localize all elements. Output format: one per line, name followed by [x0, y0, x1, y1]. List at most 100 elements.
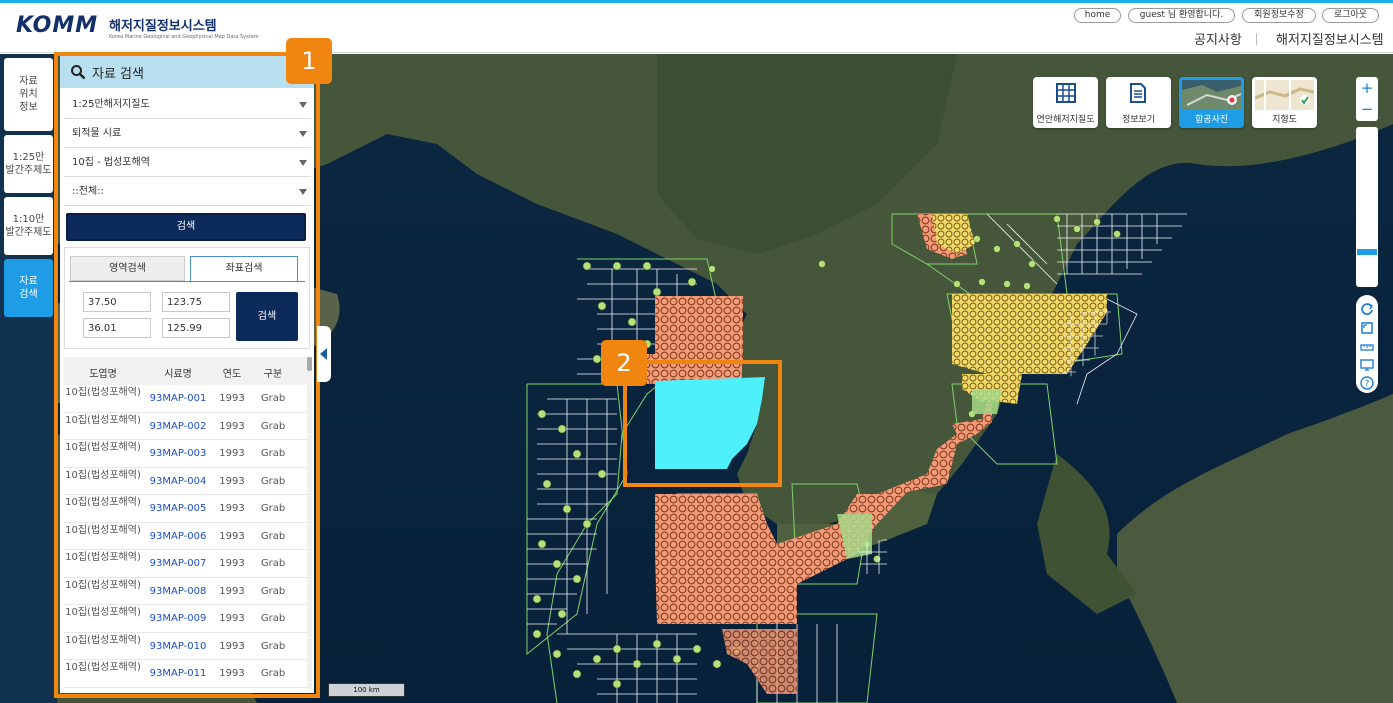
map-btn-info-view[interactable]: 정보보기 [1106, 77, 1171, 128]
category-select-value: ::전체:: [72, 186, 104, 197]
logo-brand: KOMM [16, 13, 99, 38]
chevron-down-icon [299, 102, 307, 108]
panel-title: 자료 검색 [92, 67, 144, 82]
table-row[interactable]: 10집(법성포해역) 93MAP-007 1993 Grab [64, 550, 309, 578]
zoom-slider-knob[interactable] [1357, 249, 1377, 255]
cell-sample-name[interactable]: 93MAP-004 [142, 476, 214, 487]
header: KOMM 해저지질정보시스템 Korea Marine Geological a… [0, 3, 1393, 53]
zoom-in-button[interactable]: + [1356, 78, 1378, 98]
nav-item-data-search[interactable]: 자료 검색 [4, 259, 53, 317]
map-btn-label: 연안해저지질도 [1036, 115, 1095, 125]
cell-sample-name[interactable]: 93MAP-002 [142, 421, 214, 432]
logo-subtitle: Korea Marine Geological and Geophysical … [109, 34, 259, 40]
map-scale-select[interactable]: 1:25만해저지질도 [64, 90, 311, 119]
lat-min-input[interactable] [83, 318, 151, 338]
fullscreen-icon[interactable] [1360, 321, 1374, 335]
cell-year: 1993 [219, 585, 245, 597]
table-row[interactable]: 10집(법성포해역) 93MAP-002 1993 Grab [64, 412, 309, 440]
cell-sample-name[interactable]: 93MAP-011 [142, 668, 214, 679]
cell-type: Grab [260, 475, 286, 487]
ruler-icon[interactable] [1360, 340, 1374, 354]
search-mode-box: 영역검색 좌표검색 검색 [64, 247, 310, 349]
col-sample-name[interactable]: 시료명 [142, 365, 214, 380]
cell-sheet-name: 10집(법성포해역) [65, 607, 141, 618]
cell-year: 1993 [219, 640, 245, 652]
cell-sheet-name: 10집(법성포해역) [65, 552, 141, 563]
results-scrollbar[interactable] [307, 357, 312, 689]
logout-button[interactable]: 로그아웃 [1322, 8, 1379, 23]
cell-type: Grab [260, 558, 286, 569]
map-btn-aerial-photo[interactable]: 항공사진 [1179, 77, 1244, 128]
annotation-badge-2: 2 [601, 340, 647, 386]
cell-sheet-name: 10집(법성포해역) [65, 387, 141, 398]
nav-item-location[interactable]: 자료 위치 정보 [4, 58, 53, 131]
cell-sheet-name: 10집(법성포해역) [65, 524, 141, 536]
cell-year: 1993 [219, 668, 245, 679]
cell-sample-name[interactable]: 93MAP-001 [142, 393, 214, 404]
zoom-out-button[interactable]: − [1356, 99, 1378, 119]
table-row[interactable]: 10집(법성포해역) 93MAP-004 1993 Grab [64, 467, 309, 495]
table-row[interactable]: 10집(법성포해역) 93MAP-006 1993 Grab [64, 522, 309, 550]
grid-icon [1056, 83, 1076, 103]
map-btn-coastal-geology[interactable]: 연안해저지질도 [1033, 77, 1098, 128]
refresh-icon[interactable] [1360, 302, 1374, 316]
cell-sample-name[interactable]: 93MAP-009 [142, 613, 214, 624]
table-row[interactable]: 10집(법성포해역) 93MAP-001 1993 Grab [64, 385, 309, 413]
region-select-value: 10집 - 법성포해역 [72, 157, 150, 168]
help-icon[interactable]: ? [1360, 376, 1374, 390]
table-row[interactable]: 10집(법성포해역) 93MAP-010 1993 Grab [64, 632, 309, 660]
panel-collapse-button[interactable] [317, 326, 331, 382]
cell-type: Grab [260, 420, 286, 432]
welcome-button[interactable]: guest 님 환영합니다. [1128, 8, 1235, 23]
scrollbar-thumb[interactable] [307, 357, 312, 371]
map-btn-terrain[interactable]: 지형도 [1252, 77, 1317, 128]
table-row[interactable]: 10집(법성포해역) 93MAP-003 1993 Grab [64, 440, 309, 468]
monitor-icon[interactable] [1360, 358, 1374, 372]
nav-item-250k-map[interactable]: 1:25만 발간주제도 [4, 135, 53, 193]
category-select[interactable]: ::전체:: [64, 177, 311, 206]
map-btn-label: 항공사진 [1194, 115, 1229, 125]
results-table-header: 도엽명 시료명 연도 구분 [64, 357, 309, 385]
cell-sample-name[interactable]: 93MAP-007 [142, 558, 214, 569]
data-type-select[interactable]: 퇴적물 시료 [64, 119, 311, 148]
document-icon [1130, 83, 1146, 103]
chevron-down-icon [299, 189, 307, 195]
cell-type: Grab [260, 640, 286, 652]
cell-sample-name[interactable]: 93MAP-006 [142, 531, 214, 542]
cell-sample-name[interactable]: 93MAP-010 [142, 641, 214, 652]
table-row[interactable]: 10집(법성포해역) 93MAP-011 1993 Grab [64, 660, 309, 688]
table-row[interactable]: 10집(법성포해역) 93MAP-008 1993 Grab [64, 577, 309, 605]
cell-sample-name[interactable]: 93MAP-003 [142, 448, 214, 459]
edit-profile-button[interactable]: 회원정보수정 [1242, 8, 1316, 23]
cell-type: Grab [260, 585, 286, 597]
panel-title-bar: 자료 검색 [60, 56, 314, 88]
data-type-select-value: 퇴적물 시료 [72, 128, 122, 139]
coord-search-button[interactable]: 검색 [236, 292, 298, 341]
cell-sheet-name: 10집(법성포해역) [65, 442, 141, 453]
lon-max-input[interactable] [162, 318, 230, 338]
nav-item-100k-map[interactable]: 1:10만 발간주제도 [4, 197, 53, 255]
lon-min-input[interactable] [162, 292, 230, 312]
search-button[interactable]: 검색 [66, 213, 306, 241]
map-btn-label: 지형도 [1272, 115, 1297, 125]
zoom-slider[interactable] [1356, 127, 1378, 287]
table-row[interactable]: 10집(법성포해역) 93MAP-009 1993 Grab [64, 605, 309, 633]
cell-sample-name[interactable]: 93MAP-008 [142, 586, 214, 597]
home-button[interactable]: home [1074, 8, 1121, 23]
region-select[interactable]: 10집 - 법성포해역 [64, 148, 311, 177]
cell-type: Grab [260, 530, 286, 542]
nav-notice[interactable]: 공지사항 [1194, 29, 1242, 48]
logo-system-name: 해저지질정보시스템 [109, 19, 217, 34]
col-sheet-name[interactable]: 도엽명 [64, 365, 142, 380]
tab-area-search[interactable]: 영역검색 [70, 256, 185, 281]
chevron-down-icon [299, 131, 307, 137]
cell-year: 1993 [219, 530, 245, 542]
nav-system[interactable]: 해저지질정보시스템 [1276, 29, 1384, 48]
nav-divider [1256, 33, 1257, 45]
table-row[interactable]: 10집(법성포해역) 93MAP-005 1993 Grab [64, 495, 309, 523]
cell-sample-name[interactable]: 93MAP-005 [142, 503, 214, 514]
lat-max-input[interactable] [83, 292, 151, 312]
col-type[interactable]: 구분 [250, 365, 296, 380]
col-year[interactable]: 연도 [214, 365, 250, 380]
tab-coord-search[interactable]: 좌표검색 [190, 256, 298, 281]
